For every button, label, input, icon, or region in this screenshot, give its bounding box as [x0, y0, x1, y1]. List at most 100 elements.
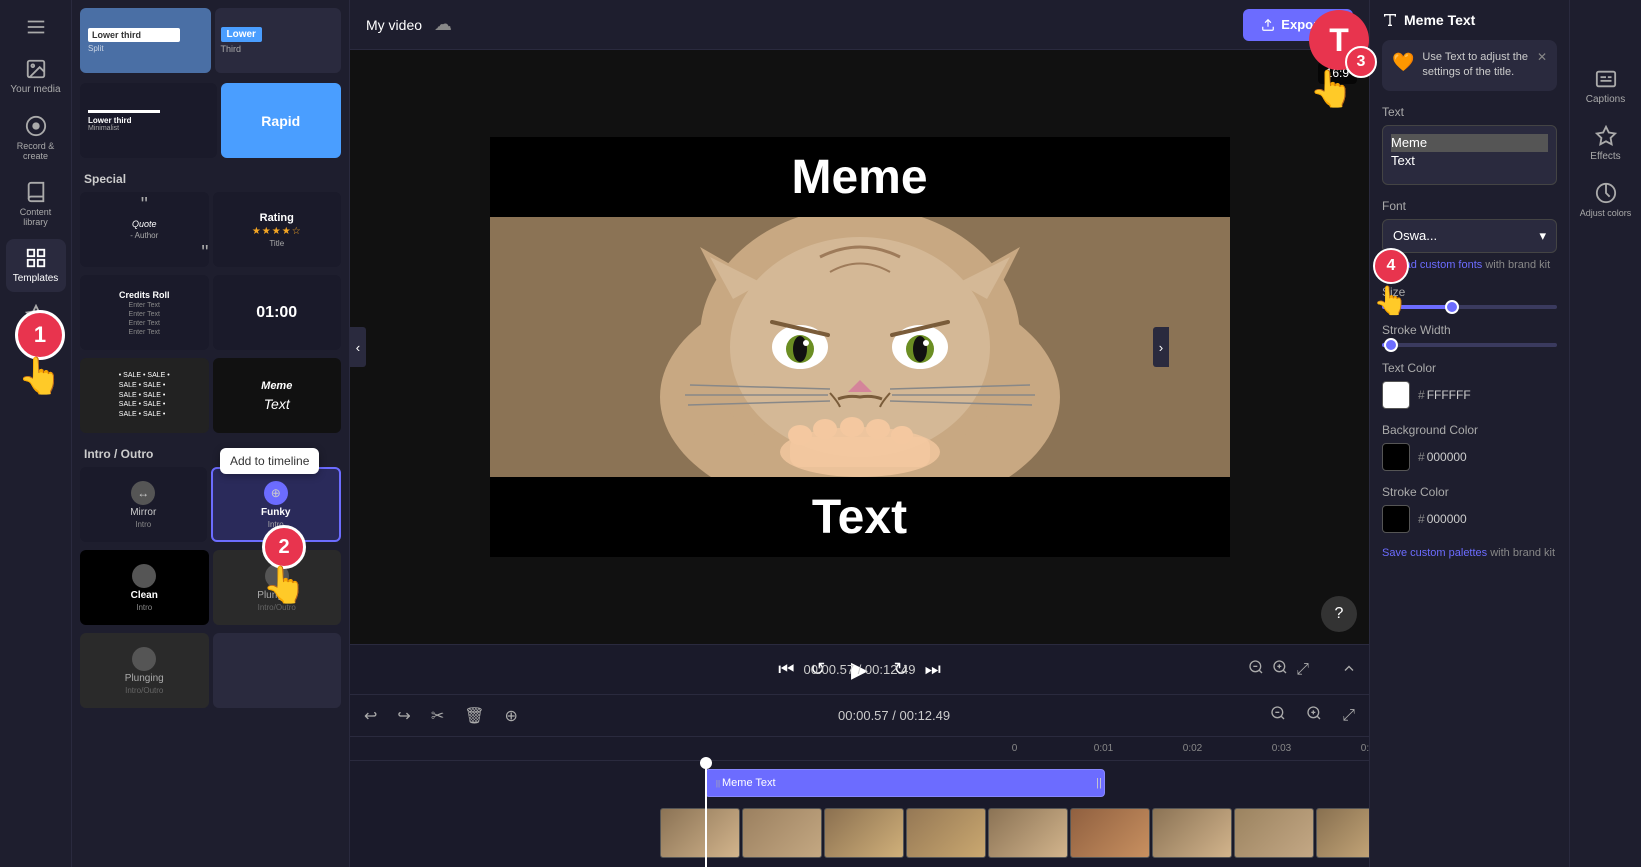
- template-rating[interactable]: Rating ★★★★☆ Title: [213, 192, 342, 267]
- size-section-label: Size: [1382, 285, 1557, 299]
- plunging2-circle-icon: [132, 647, 156, 671]
- video-bottom-bar: Text: [490, 477, 1230, 557]
- plunging-circle-icon: [265, 564, 289, 588]
- sidebar-item-templates[interactable]: Templates: [6, 239, 66, 292]
- stroke-slider-track[interactable]: [1382, 343, 1557, 347]
- zoom-in-button[interactable]: [1272, 659, 1288, 680]
- lt-sublabel: Split: [88, 44, 104, 53]
- template-lower-third-main[interactable]: Lower third Split: [80, 8, 211, 73]
- template-rapid[interactable]: Rapid: [221, 83, 342, 158]
- properties-panel: Meme Text 🧡 Use Text to adjust the setti…: [1369, 0, 1569, 867]
- template-clean[interactable]: Clean Intro: [80, 550, 209, 625]
- video-thumb-2: [742, 808, 822, 858]
- redo-button[interactable]: ↪: [391, 702, 416, 730]
- template-lower-third-mini[interactable]: Lower third Minimalist: [80, 83, 217, 158]
- meme-text-clip[interactable]: || Meme Text ||: [705, 769, 1105, 797]
- bg-color-row: # 000000: [1382, 443, 1557, 471]
- template-quote[interactable]: " Quote - Author ": [80, 192, 209, 267]
- sidebar-item-brand[interactable]: Brand kit: [6, 296, 66, 349]
- sidebar-item-content[interactable]: Contentlibrary: [6, 173, 66, 235]
- prop-tooltip: 🧡 Use Text to adjust the settings of the…: [1382, 40, 1557, 91]
- meme-text-label: Text: [264, 396, 290, 412]
- upload-fonts-link[interactable]: Upload custom fonts: [1382, 259, 1482, 271]
- sidebar-item-your-media[interactable]: Your media: [6, 50, 66, 103]
- panel-collapse-right[interactable]: ›: [1153, 327, 1169, 367]
- lt-bar: [88, 110, 160, 113]
- text-line-2: Text: [1391, 152, 1548, 170]
- export-button[interactable]: Export ▾: [1243, 9, 1353, 41]
- skip-forward-button[interactable]: ⏭: [925, 659, 941, 680]
- template-mirror[interactable]: ↔ Mirror Intro: [80, 467, 207, 542]
- lower-third-row: Lower third Minimalist Rapid: [72, 81, 349, 160]
- help-button[interactable]: ?: [1321, 596, 1357, 632]
- adjust-colors-button[interactable]: Adjust colors: [1576, 174, 1636, 226]
- skip-back-button[interactable]: ⏮: [778, 659, 794, 680]
- sidebar-label-media: Your media: [10, 84, 60, 95]
- timeline-collapse-button[interactable]: [1341, 660, 1357, 679]
- save-palette-link[interactable]: Save custom palettes: [1382, 547, 1487, 559]
- effects-button[interactable]: Effects: [1576, 117, 1636, 170]
- intro-row-1: ↔ Mirror Intro ⊕ Funky Intro: [72, 465, 349, 544]
- template-credits[interactable]: Credits Roll Enter Text Enter Text Enter…: [80, 275, 209, 350]
- template-lower-third-dark[interactable]: Lower Third: [215, 8, 342, 73]
- undo-button[interactable]: ↩: [358, 702, 383, 730]
- template-plunging-2[interactable]: Plunging Intro/Outro: [80, 633, 209, 708]
- stroke-color-swatch[interactable]: [1382, 505, 1410, 533]
- text-color-swatch[interactable]: [1382, 381, 1410, 409]
- video-thumb-5: [988, 808, 1068, 858]
- clip-handle-left[interactable]: ||: [714, 770, 722, 796]
- rating-stars: ★★★★☆: [252, 226, 302, 237]
- sidebar-menu[interactable]: [6, 8, 66, 46]
- special-row-1: " Quote - Author " Rating ★★★★☆ Title: [72, 190, 349, 269]
- lt-mini-sub: Minimalist: [88, 125, 119, 132]
- size-slider-thumb[interactable]: [1445, 300, 1459, 314]
- video-strip-track: [350, 805, 1369, 861]
- credits-line2: Enter Text: [129, 311, 160, 318]
- text-input[interactable]: Meme Text: [1382, 125, 1557, 185]
- clip-handle-right[interactable]: ||: [1094, 770, 1104, 796]
- playhead[interactable]: [705, 761, 707, 867]
- cloud-icon[interactable]: ☁: [434, 14, 452, 35]
- video-thumb-8: [1234, 808, 1314, 858]
- plunging2-label: Plunging: [125, 673, 164, 684]
- bg-color-swatch[interactable]: [1382, 443, 1410, 471]
- zoom-out-button[interactable]: [1248, 659, 1264, 680]
- lt-mini-text: Lower third: [88, 116, 132, 125]
- video-top-text: Meme: [791, 150, 927, 205]
- zoom-in-timeline[interactable]: [1300, 701, 1328, 730]
- stroke-color-hash: #: [1418, 512, 1425, 526]
- funky-label: Funky: [261, 507, 290, 518]
- sidebar-item-record[interactable]: Record &create: [6, 107, 66, 169]
- copy-button[interactable]: ⊕: [499, 702, 524, 730]
- quote-mark-left: ": [141, 194, 148, 217]
- panel-collapse-left[interactable]: ‹: [350, 327, 366, 367]
- time-display: 00:00.57 / 00:12.49: [803, 662, 915, 677]
- template-sale[interactable]: • SALE • SALE •SALE • SALE •SALE • SALE …: [80, 358, 209, 433]
- template-plunging[interactable]: Plunging Intro/Outro: [213, 550, 342, 625]
- fullscreen-timeline[interactable]: ⤢: [1336, 703, 1361, 729]
- font-selector[interactable]: Oswa... ▾: [1382, 219, 1557, 253]
- delete-button[interactable]: 🗑: [458, 702, 490, 730]
- size-slider-track[interactable]: [1382, 305, 1557, 309]
- cut-button[interactable]: ✂: [425, 702, 450, 730]
- template-funky[interactable]: ⊕ Funky Intro: [211, 467, 342, 542]
- zoom-out-timeline[interactable]: [1264, 701, 1292, 730]
- timeline-area: ↩ ↪ ✂ 🗑 ⊕ 00:00.57 / 00:12.49: [350, 694, 1369, 867]
- template-timer[interactable]: 01:00: [213, 275, 342, 350]
- sidebar: Your media Record &create Contentlibrary…: [0, 0, 72, 867]
- video-container: Meme: [490, 137, 1230, 557]
- ruler-2: 0:02: [1148, 743, 1237, 754]
- stroke-slider-thumb[interactable]: [1384, 338, 1398, 352]
- fullscreen-button[interactable]: ⤢: [1296, 661, 1309, 679]
- text-icon: [1382, 12, 1398, 28]
- timeline-toolbar: ↩ ↪ ✂ 🗑 ⊕ 00:00.57 / 00:12.49: [350, 695, 1369, 737]
- close-tooltip-button[interactable]: ✕: [1537, 50, 1547, 64]
- templates-panel: Lower third Split Lower Third Lower thir…: [72, 0, 350, 867]
- video-thumb-4: [906, 808, 986, 858]
- stroke-color-value: # 000000: [1418, 512, 1467, 526]
- total-time: 00:12.49: [865, 662, 916, 677]
- captions-button[interactable]: Captions: [1576, 60, 1636, 113]
- template-meme[interactable]: Meme Text: [213, 358, 342, 433]
- upload-fonts-row: Upload custom fonts with brand kit: [1382, 259, 1557, 271]
- font-value: Oswa...: [1393, 228, 1437, 243]
